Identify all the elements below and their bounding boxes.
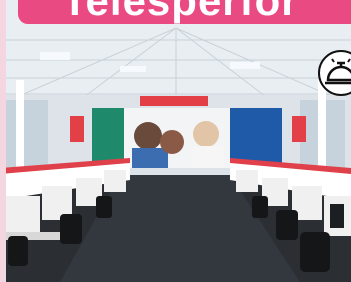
pillar [318, 80, 326, 180]
ceiling-light [230, 62, 260, 69]
banner-title: Telesperfor [62, 0, 299, 24]
poster-right [292, 116, 306, 142]
service-bell-icon [318, 50, 351, 96]
service-bell-glyph [325, 58, 351, 85]
pillar [16, 80, 24, 180]
poster-left [70, 116, 84, 142]
office-photo [0, 0, 351, 282]
title-banner: Telesperfor [18, 0, 351, 24]
left-ribbon [0, 0, 6, 282]
ceiling-light [120, 66, 146, 72]
screenshot-frame [0, 0, 351, 282]
ceiling-light [40, 52, 70, 60]
window-left [6, 100, 48, 170]
